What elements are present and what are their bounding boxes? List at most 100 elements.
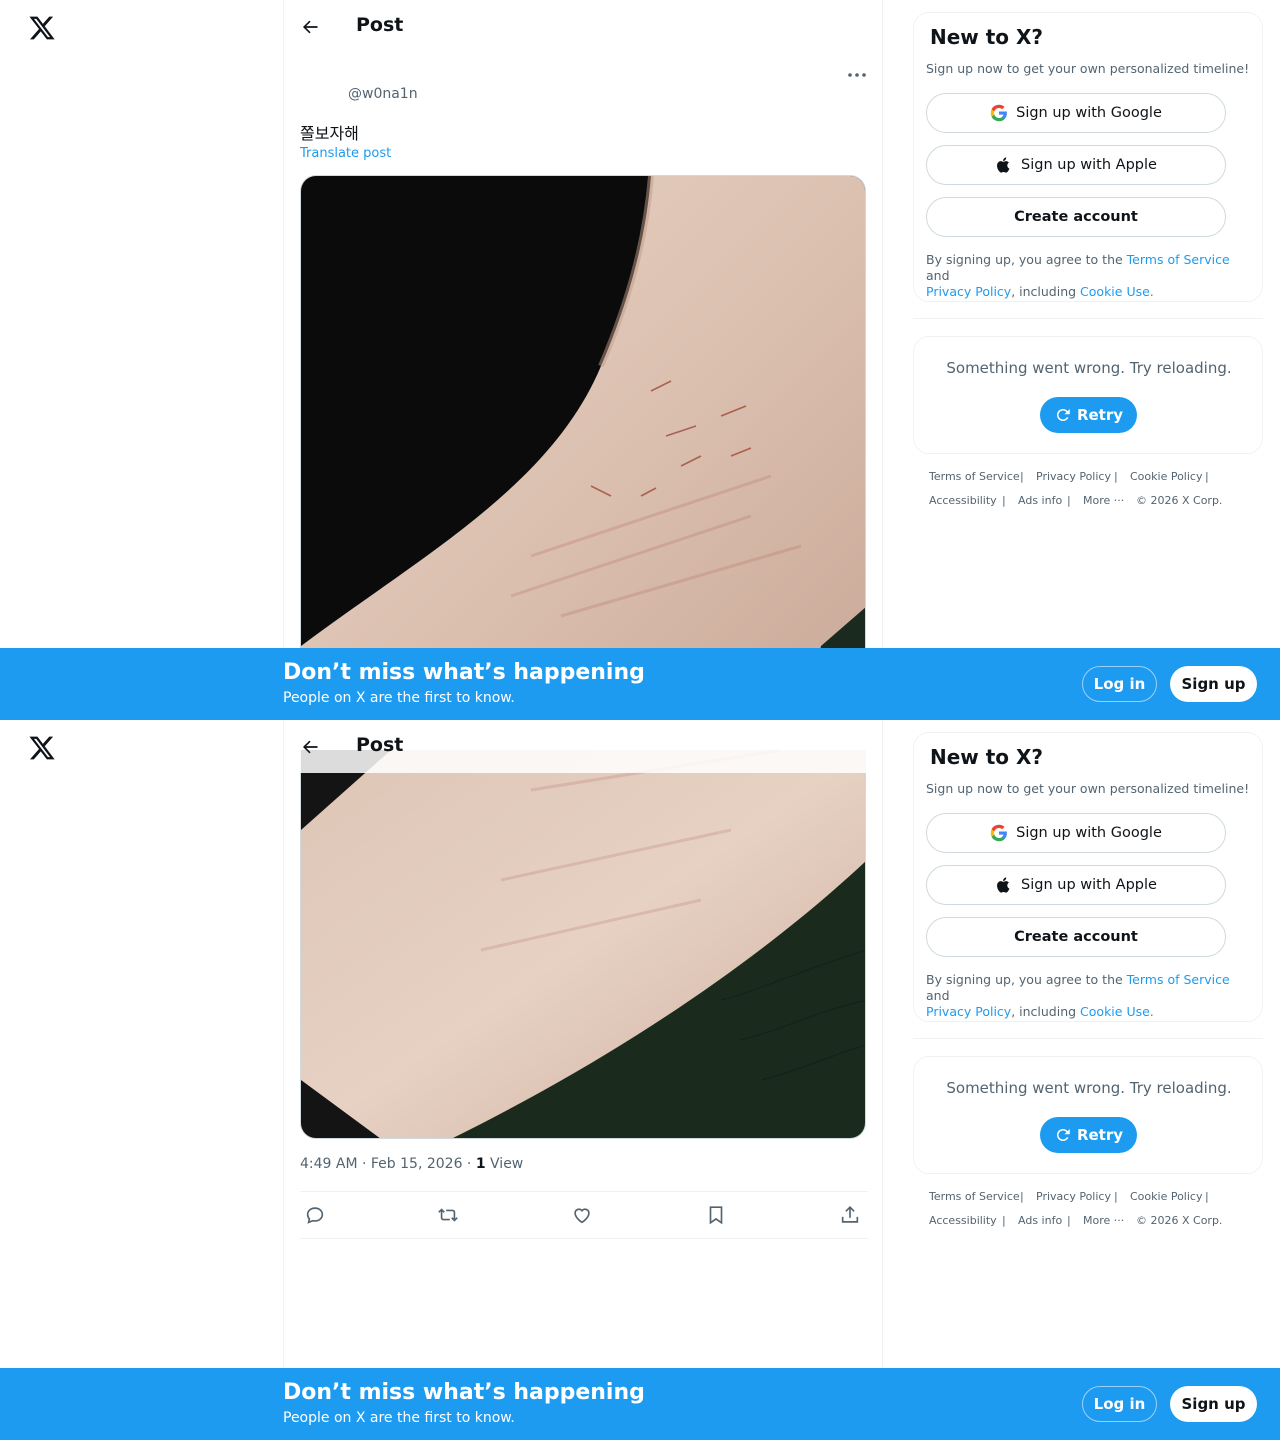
footer-copyright: © 2026 X Corp. — [1136, 494, 1223, 507]
footer-terms-link[interactable]: Terms of Service — [929, 470, 1020, 483]
google-icon — [990, 104, 1008, 122]
banner-subtitle: People on X are the first to know. — [283, 690, 515, 706]
login-button[interactable]: Log in — [1082, 666, 1157, 702]
signup-apple-button[interactable]: Sign up with Apple — [926, 865, 1226, 905]
signup-card: New to X? Sign up now to get your own pe… — [913, 732, 1263, 1022]
error-card: Something went wrong. Try reloading. Ret… — [913, 336, 1263, 454]
privacy-link[interactable]: Privacy Policy — [926, 284, 1011, 299]
post-image[interactable] — [300, 175, 866, 720]
signup-subtitle: Sign up now to get your own personalized… — [926, 781, 1250, 796]
terms-link[interactable]: Terms of Service — [1127, 252, 1230, 267]
error-message: Something went wrong. Try reloading. — [946, 359, 1232, 377]
post-text: 쫄보자해 — [300, 124, 359, 143]
error-message: Something went wrong. Try reloading. — [946, 1079, 1232, 1097]
signup-google-button[interactable]: Sign up with Google — [926, 93, 1226, 133]
signup-legal: By signing up, you agree to the Terms of… — [926, 252, 1230, 299]
topbar: Post — [284, 0, 884, 53]
author-handle[interactable]: @w0na1n — [348, 86, 418, 102]
signup-button[interactable]: Sign up — [1170, 1386, 1257, 1422]
footer-terms-link[interactable]: Terms of Service — [929, 1190, 1020, 1203]
footer-cookie-link[interactable]: Cookie Policy — [1130, 1190, 1202, 1203]
apple-icon — [995, 876, 1013, 894]
signup-google-label: Sign up with Google — [1016, 825, 1162, 841]
banner-title: Don’t miss what’s happening — [283, 1380, 645, 1405]
footer-separator: | — [1002, 1214, 1006, 1227]
viewport-top: Post @w0na1n 쫄보자해 Translate post New to … — [0, 0, 1280, 720]
heart-icon[interactable] — [571, 1204, 593, 1226]
footer-separator: | — [1205, 470, 1209, 483]
share-icon[interactable] — [839, 1204, 861, 1226]
retry-label: Retry — [1076, 1126, 1124, 1144]
terms-link[interactable]: Terms of Service — [1127, 972, 1230, 987]
post-meta: 4:49 AM · Feb 15, 2026 · 1 View — [300, 1156, 523, 1172]
footer-accessibility-link[interactable]: Accessibility — [929, 1214, 997, 1227]
signup-apple-button[interactable]: Sign up with Apple — [926, 145, 1226, 185]
arrow-left-icon[interactable] — [300, 737, 320, 757]
refresh-icon — [1054, 406, 1072, 424]
retry-button[interactable]: Retry — [1040, 397, 1137, 433]
retry-button[interactable]: Retry — [1040, 1117, 1137, 1153]
login-banner: Don’t miss what’s happening People on X … — [0, 1368, 1280, 1440]
banner-subtitle: People on X are the first to know. — [283, 1410, 515, 1426]
more-horizontal-icon[interactable] — [846, 66, 868, 84]
primary-column: Post @w0na1n 쫄보자해 Translate post — [283, 0, 883, 720]
post-image[interactable] — [300, 750, 866, 1139]
reply-icon[interactable] — [304, 1204, 326, 1226]
google-icon — [990, 824, 1008, 842]
right-sidebar: New to X? Sign up now to get your own pe… — [913, 12, 1263, 507]
repost-icon[interactable] — [437, 1204, 459, 1226]
banner-title: Don’t miss what’s happening — [283, 660, 645, 685]
footer-separator: | — [1020, 470, 1024, 483]
x-logo-icon[interactable] — [28, 14, 56, 42]
privacy-link[interactable]: Privacy Policy — [926, 1004, 1011, 1019]
arrow-left-icon[interactable] — [300, 17, 320, 37]
login-button[interactable]: Log in — [1082, 1386, 1157, 1422]
footer-copyright: © 2026 X Corp. — [1136, 1214, 1223, 1227]
translate-post-link[interactable]: Translate post — [300, 146, 391, 161]
post-timestamp[interactable]: 4:49 AM · Feb 15, 2026 · — [300, 1156, 476, 1172]
post-actions — [300, 1191, 868, 1239]
retry-label: Retry — [1076, 406, 1124, 424]
bookmark-icon[interactable] — [705, 1204, 727, 1226]
error-card: Something went wrong. Try reloading. Ret… — [913, 1056, 1263, 1174]
footer-ads-link[interactable]: Ads info — [1018, 494, 1062, 507]
footer-more-link[interactable]: More ··· — [1083, 1214, 1124, 1227]
footer-privacy-link[interactable]: Privacy Policy — [1036, 470, 1111, 483]
footer-separator: | — [1205, 1190, 1209, 1203]
footer-privacy-link[interactable]: Privacy Policy — [1036, 1190, 1111, 1203]
login-banner: Don’t miss what’s happening People on X … — [0, 648, 1280, 720]
page-title: Post — [356, 734, 404, 756]
footer-accessibility-link[interactable]: Accessibility — [929, 494, 997, 507]
footer-cookie-link[interactable]: Cookie Policy — [1130, 470, 1202, 483]
right-sidebar: New to X? Sign up now to get your own pe… — [913, 732, 1263, 1227]
signup-button[interactable]: Sign up — [1170, 666, 1257, 702]
x-logo-icon[interactable] — [28, 734, 56, 762]
footer-separator: | — [1002, 494, 1006, 507]
signup-title: New to X? — [930, 25, 1044, 49]
signup-google-label: Sign up with Google — [1016, 105, 1162, 121]
signup-title: New to X? — [930, 745, 1044, 769]
footer-separator: | — [1067, 494, 1071, 507]
footer-separator: | — [1114, 1190, 1118, 1203]
signup-google-button[interactable]: Sign up with Google — [926, 813, 1226, 853]
sidebar-divider — [913, 1038, 1263, 1039]
apple-icon — [995, 156, 1013, 174]
sidebar-divider — [913, 318, 1263, 319]
view-count: 1 — [475, 1156, 486, 1172]
cookie-use-link[interactable]: Cookie Use. — [1080, 1004, 1154, 1019]
signup-subtitle: Sign up now to get your own personalized… — [926, 61, 1250, 76]
refresh-icon — [1054, 1126, 1072, 1144]
view-label: View — [485, 1156, 524, 1172]
primary-column: Post 4:49 AM · Feb 15, 2026 · 1 View — [283, 720, 883, 1440]
footer-ads-link[interactable]: Ads info — [1018, 1214, 1062, 1227]
cookie-use-link[interactable]: Cookie Use. — [1080, 284, 1154, 299]
footer-separator: | — [1067, 1214, 1071, 1227]
footer-more-link[interactable]: More ··· — [1083, 494, 1124, 507]
create-account-button[interactable]: Create account — [926, 917, 1226, 957]
create-account-button[interactable]: Create account — [926, 197, 1226, 237]
signup-apple-label: Sign up with Apple — [1021, 157, 1157, 173]
page-title: Post — [356, 14, 404, 36]
signup-legal: By signing up, you agree to the Terms of… — [926, 972, 1230, 1019]
viewport-bottom: Post 4:49 AM · Feb 15, 2026 · 1 View New… — [0, 720, 1280, 1440]
signup-apple-label: Sign up with Apple — [1021, 877, 1157, 893]
